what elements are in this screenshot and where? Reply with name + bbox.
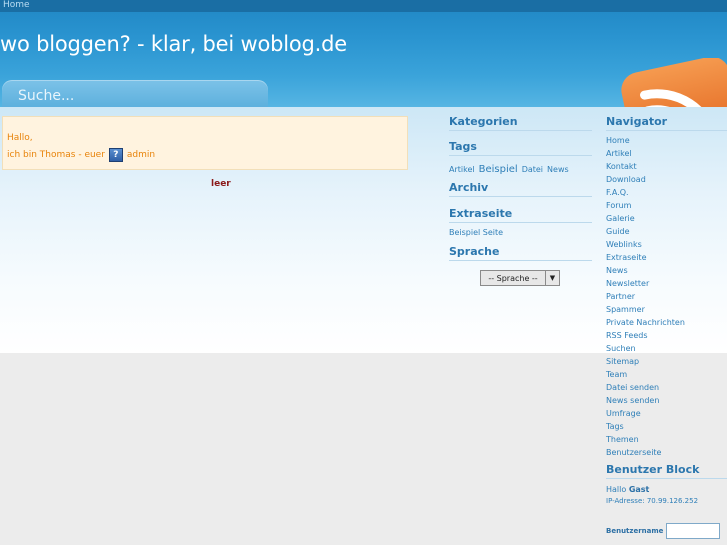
user-guest-name: Gast bbox=[628, 485, 650, 494]
middle-sidebar: Kategorien Tags Artikel Beispiel Datei News… bbox=[449, 107, 592, 286]
tag-beispiel[interactable]: Beispiel bbox=[479, 164, 518, 175]
user-greeting-hallo: Hallo bbox=[606, 485, 627, 494]
nav-item-private-nachrichten[interactable]: Private Nachrichten bbox=[606, 316, 727, 329]
sprache-block: Sprache -- Sprache -- ▼ bbox=[449, 239, 592, 286]
ip-address: IP-Adresse: 70.99.126.252 bbox=[606, 497, 699, 505]
nav-item-suchen[interactable]: Suchen bbox=[606, 342, 727, 355]
tag-news[interactable]: News bbox=[547, 165, 569, 174]
archiv-block: Archiv bbox=[449, 177, 592, 197]
empty-content-label: leer bbox=[211, 179, 231, 189]
tag-cloud: Artikel Beispiel Datei News bbox=[449, 156, 592, 177]
tag-artikel[interactable]: Artikel bbox=[449, 165, 475, 174]
tags-title: Tags bbox=[449, 140, 592, 156]
search-input[interactable] bbox=[12, 84, 270, 107]
login-row: Benutzername bbox=[606, 523, 727, 539]
nav-item-download[interactable]: Download bbox=[606, 173, 727, 186]
nav-item-benutzerseite[interactable]: Benutzerseite bbox=[606, 446, 727, 459]
top-bar: Home bbox=[0, 0, 727, 12]
welcome-greeting: Hallo, bbox=[7, 133, 33, 143]
nav-item-news[interactable]: News bbox=[606, 264, 727, 277]
language-select-value: -- Sprache -- bbox=[488, 273, 538, 283]
nav-item-galerie[interactable]: Galerie bbox=[606, 212, 727, 225]
nav-item-tags[interactable]: Tags bbox=[606, 420, 727, 433]
navigator-block: Navigator Home Artikel Kontakt Download F.A.… bbox=[606, 107, 727, 459]
user-greeting: Hallo Gast bbox=[606, 479, 727, 496]
nav-item-weblinks[interactable]: Weblinks bbox=[606, 238, 727, 251]
search-box bbox=[2, 80, 270, 107]
top-home-link[interactable]: Home bbox=[3, 0, 30, 11]
kategorien-title: Kategorien bbox=[449, 115, 592, 131]
nav-item-extraseite[interactable]: Extraseite bbox=[606, 251, 727, 264]
user-block-title: Benutzer Block bbox=[606, 463, 727, 479]
site-title: wo bloggen? - klar, bei woblog.de bbox=[0, 32, 347, 56]
nav-item-f-a-q[interactable]: F.A.Q. bbox=[606, 186, 727, 199]
sprache-title: Sprache bbox=[449, 245, 592, 261]
nav-item-news-senden[interactable]: News senden bbox=[606, 394, 727, 407]
extraseite-title: Extraseite bbox=[449, 207, 592, 223]
kategorien-block: Kategorien bbox=[449, 107, 592, 131]
rss-feed-icon[interactable] bbox=[620, 58, 727, 107]
chevron-down-icon: ▼ bbox=[545, 271, 559, 285]
welcome-intro: ich bin Thomas - euer ? admin bbox=[7, 148, 155, 162]
nav-item-umfrage[interactable]: Umfrage bbox=[606, 407, 727, 420]
nav-item-artikel[interactable]: Artikel bbox=[606, 147, 727, 160]
help-question-icon: ? bbox=[108, 148, 123, 162]
nav-item-team[interactable]: Team bbox=[606, 368, 727, 381]
nav-item-guide[interactable]: Guide bbox=[606, 225, 727, 238]
site-header: Home wo bloggen? - klar, bei woblog.de bbox=[0, 0, 727, 107]
nav-item-rss-feeds[interactable]: RSS Feeds bbox=[606, 329, 727, 342]
right-sidebar: Navigator Home Artikel Kontakt Download F.A.… bbox=[606, 107, 727, 539]
extraseite-link[interactable]: Beispiel Seite bbox=[449, 223, 592, 239]
nav-item-themen[interactable]: Themen bbox=[606, 433, 727, 446]
tag-datei[interactable]: Datei bbox=[522, 165, 543, 174]
navigator-list: Home Artikel Kontakt Download F.A.Q. Forum Gal… bbox=[606, 131, 727, 459]
welcome-role: admin bbox=[126, 150, 156, 160]
nav-item-datei-senden[interactable]: Datei senden bbox=[606, 381, 727, 394]
language-select[interactable]: -- Sprache -- ▼ bbox=[480, 270, 560, 286]
welcome-box: Hallo, ich bin Thomas - euer ? admin bbox=[2, 116, 408, 170]
welcome-intro-text: ich bin Thomas - euer bbox=[7, 150, 105, 160]
nav-item-kontakt[interactable]: Kontakt bbox=[606, 160, 727, 173]
nav-item-forum[interactable]: Forum bbox=[606, 199, 727, 212]
nav-item-home[interactable]: Home bbox=[606, 134, 727, 147]
nav-item-partner[interactable]: Partner bbox=[606, 290, 727, 303]
nav-item-newsletter[interactable]: Newsletter bbox=[606, 277, 727, 290]
username-label: Benutzername bbox=[606, 527, 664, 535]
tags-block: Tags Artikel Beispiel Datei News bbox=[449, 131, 592, 177]
user-block: Benutzer Block Hallo Gast IP-Adresse: 70… bbox=[606, 459, 727, 539]
extraseite-block: Extraseite Beispiel Seite bbox=[449, 197, 592, 239]
archiv-title: Archiv bbox=[449, 181, 592, 197]
nav-item-spammer[interactable]: Spammer bbox=[606, 303, 727, 316]
username-input[interactable] bbox=[666, 523, 720, 539]
navigator-title: Navigator bbox=[606, 115, 727, 131]
nav-item-sitemap[interactable]: Sitemap bbox=[606, 355, 727, 368]
